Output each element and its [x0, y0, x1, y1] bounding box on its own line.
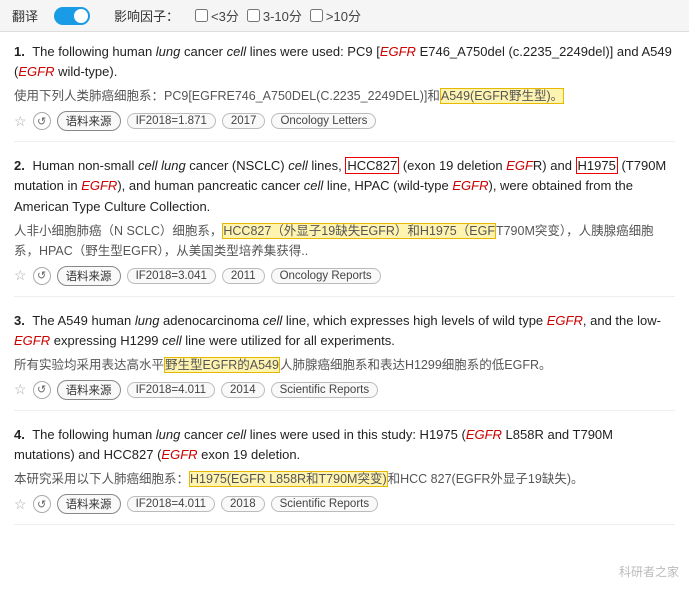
result-2-cn: 人非小细胞肺癌（N SCLC）细胞系，HCC827（外显子19缺失EGFR）和H… — [14, 221, 675, 261]
result-1: 1. The following human lung cancer cell … — [14, 42, 675, 142]
if-badge-2: IF2018=3.041 — [127, 268, 216, 284]
cn-highlight-2: HCC827（外显子19缺失EGFR）和H1975（EGF — [222, 223, 496, 239]
cell-2b: cell — [288, 158, 308, 173]
egfr-2a: EGF — [506, 158, 533, 173]
egfr-2c: EGFR — [452, 178, 488, 193]
result-4-cn: 本研究采用以下人肺癌细胞系：H1975(EGFR L858R和T790M突变)和… — [14, 469, 675, 489]
round-icon-2[interactable]: ↺ — [33, 267, 51, 285]
translate-toggle[interactable] — [54, 7, 90, 25]
year-badge-3: 2014 — [221, 382, 265, 398]
result-2-en: 2. Human non-small cell lung cancer (NSC… — [14, 156, 675, 216]
cn-highlight-1: A549(EGFR野生型)。 — [440, 88, 564, 104]
round-icon-1[interactable]: ↺ — [33, 112, 51, 130]
result-1-en: 1. The following human lung cancer cell … — [14, 42, 675, 82]
year-badge-2: 2011 — [222, 268, 265, 284]
result-3: 3. The A549 human lung adenocarcinoma ce… — [14, 311, 675, 411]
source-badge-2[interactable]: 语料来源 — [57, 266, 121, 286]
hcc827-box: HCC827 — [345, 157, 399, 174]
egfr-1a: EGFR — [380, 44, 416, 59]
lung-1: lung — [156, 44, 181, 59]
if-badge-3: IF2018=4.011 — [127, 382, 215, 398]
cell-2c: cell — [304, 178, 324, 193]
egfr-3b: EGFR — [14, 333, 50, 348]
lung-2: lung — [161, 158, 186, 173]
result-3-num: 3. — [14, 313, 25, 328]
star-4[interactable]: ☆ — [14, 496, 27, 513]
egfr-4b: EGFR — [161, 447, 197, 462]
result-1-cn: 使用下列人类肺癌细胞系：PC9[EGFRE746_A750DEL(C.2235_… — [14, 86, 675, 106]
result-3-en: 3. The A549 human lung adenocarcinoma ce… — [14, 311, 675, 351]
cell-1: cell — [227, 44, 247, 59]
cell-3b: cell — [162, 333, 182, 348]
egfr-4a: EGFR — [466, 427, 502, 442]
influence-label: 影响因子： — [114, 6, 179, 25]
egfr-1b: EGFR — [18, 64, 54, 79]
round-icon-4[interactable]: ↺ — [33, 495, 51, 513]
translate-label: 翻译 — [12, 6, 38, 25]
egfr-3a: EGFR — [547, 313, 583, 328]
lung-3: lung — [135, 313, 160, 328]
result-2: 2. Human non-small cell lung cancer (NSC… — [14, 156, 675, 296]
cell-3: cell — [263, 313, 283, 328]
lung-4: lung — [156, 427, 181, 442]
filter-gt10-checkbox[interactable] — [310, 9, 323, 22]
filter-lt3[interactable]: <3分 — [195, 6, 239, 25]
filter-lt3-checkbox[interactable] — [195, 9, 208, 22]
journal-badge-4: Scientific Reports — [271, 496, 378, 512]
result-1-meta: ☆ ↺ 语料来源 IF2018=1.871 2017 Oncology Lett… — [14, 111, 675, 131]
year-badge-4: 2018 — [221, 496, 265, 512]
result-4-en: 4. The following human lung cancer cell … — [14, 425, 675, 465]
watermark: 科研者之家 — [619, 563, 679, 580]
if-badge-1: IF2018=1.871 — [127, 113, 216, 129]
results-content: 1. The following human lung cancer cell … — [0, 32, 689, 549]
round-icon-3[interactable]: ↺ — [33, 381, 51, 399]
cell-4: cell — [227, 427, 247, 442]
journal-badge-3: Scientific Reports — [271, 382, 378, 398]
filter-gt10-label: >10分 — [326, 6, 361, 25]
journal-badge-1: Oncology Letters — [271, 113, 376, 129]
result-3-meta: ☆ ↺ 语料来源 IF2018=4.011 2014 Scientific Re… — [14, 380, 675, 400]
cell-2a: cell — [138, 158, 158, 173]
result-1-num: 1. — [14, 44, 25, 59]
cn-highlight-4: H1975(EGFR L858R和T790M突变) — [189, 471, 388, 487]
result-4: 4. The following human lung cancer cell … — [14, 425, 675, 525]
cn-highlight-3: 野生型EGFR的A549 — [164, 357, 280, 373]
filter-lt3-label: <3分 — [211, 6, 239, 25]
egfr-2b: EGFR — [81, 178, 117, 193]
source-badge-4[interactable]: 语料来源 — [57, 494, 121, 514]
result-2-meta: ☆ ↺ 语料来源 IF2018=3.041 2011 Oncology Repo… — [14, 266, 675, 286]
filter-3-10-label: 3-10分 — [263, 6, 302, 25]
filter-gt10[interactable]: >10分 — [310, 6, 361, 25]
filter-group: <3分 3-10分 >10分 — [195, 6, 361, 25]
star-1[interactable]: ☆ — [14, 113, 27, 130]
result-3-cn: 所有实验均采用表达高水平野生型EGFR的A549人肺腺癌细胞系和表达H1299细… — [14, 355, 675, 375]
if-badge-4: IF2018=4.011 — [127, 496, 215, 512]
h1975-box: H1975 — [576, 157, 618, 174]
source-badge-3[interactable]: 语料来源 — [57, 380, 121, 400]
year-badge-1: 2017 — [222, 113, 266, 129]
source-badge-1[interactable]: 语料来源 — [57, 111, 121, 131]
result-4-num: 4. — [14, 427, 25, 442]
toggle-knob — [74, 9, 88, 23]
journal-badge-2: Oncology Reports — [271, 268, 381, 284]
result-4-meta: ☆ ↺ 语料来源 IF2018=4.011 2018 Scientific Re… — [14, 494, 675, 514]
result-2-num: 2. — [14, 158, 25, 173]
top-bar: 翻译 影响因子： <3分 3-10分 >10分 — [0, 0, 689, 32]
star-3[interactable]: ☆ — [14, 381, 27, 398]
filter-3-10[interactable]: 3-10分 — [247, 6, 302, 25]
filter-3-10-checkbox[interactable] — [247, 9, 260, 22]
star-2[interactable]: ☆ — [14, 267, 27, 284]
